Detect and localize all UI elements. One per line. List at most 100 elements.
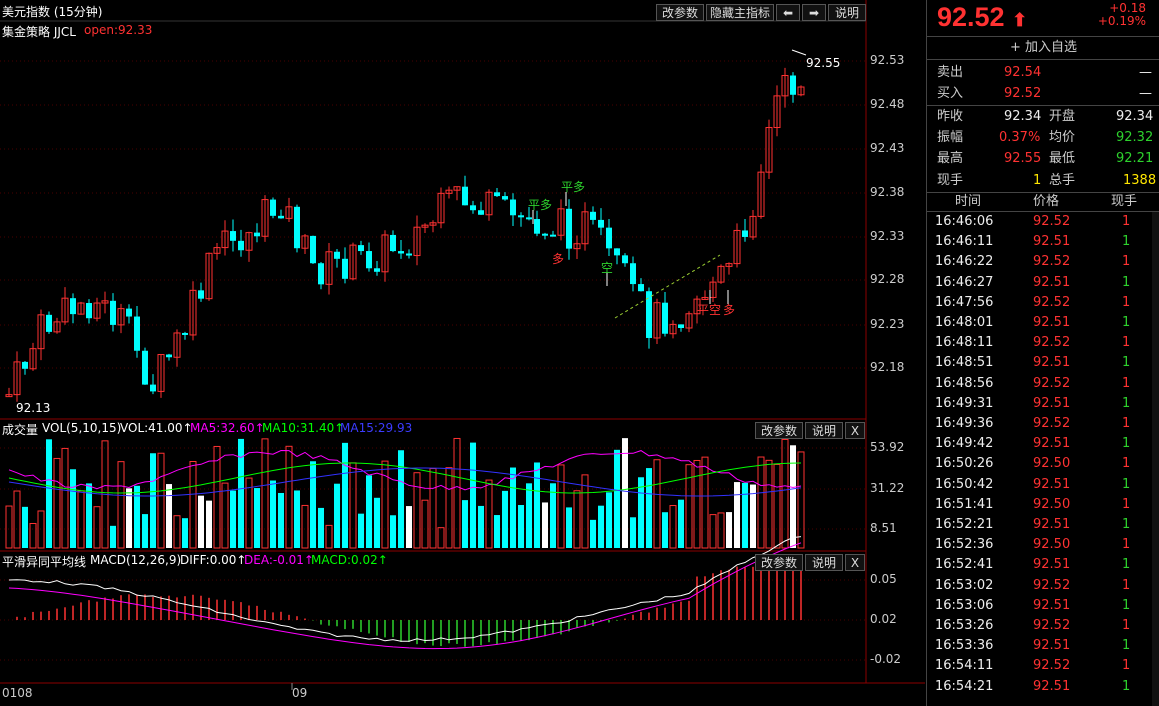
tick-volume: 1 bbox=[1122, 517, 1131, 532]
volume-bar bbox=[22, 506, 28, 548]
candle-body bbox=[86, 303, 92, 319]
volume-bar bbox=[77, 490, 85, 549]
volume-bar bbox=[590, 519, 596, 548]
volume-help-button[interactable]: 说明 bbox=[805, 422, 843, 439]
tick-price: 92.52 bbox=[1033, 294, 1071, 310]
volume-bar bbox=[518, 505, 524, 548]
tick-volume: 1 bbox=[1122, 375, 1131, 391]
volume-bar bbox=[166, 484, 172, 548]
volume-bar bbox=[630, 517, 636, 548]
help-button[interactable]: 说明 bbox=[828, 4, 866, 21]
volume-bar bbox=[61, 447, 69, 549]
low-label: 最低 bbox=[1049, 151, 1076, 166]
volume-bar bbox=[126, 488, 132, 548]
chart-area[interactable]: 美元指数 (15分钟) 集金策略 JJCL open:92.33 改参数 隐藏主… bbox=[0, 0, 925, 706]
right-arrow-icon[interactable]: ➡ bbox=[802, 4, 826, 21]
tick-row: 16:49:36 92.52 1 bbox=[927, 414, 1159, 434]
tick-time: 16:49:36 bbox=[935, 416, 994, 431]
volume-bar bbox=[669, 505, 677, 549]
candle-body bbox=[22, 361, 28, 369]
candle-body bbox=[270, 199, 276, 216]
volume-bar bbox=[693, 459, 701, 549]
tick-row: 16:53:02 92.52 1 bbox=[927, 576, 1159, 596]
ticks-header-time: 时间 bbox=[955, 194, 982, 209]
candle-body bbox=[638, 284, 644, 292]
volume-params: VOL(5,10,15) bbox=[42, 421, 122, 435]
candle-body bbox=[310, 235, 316, 264]
volume-bar bbox=[358, 513, 364, 548]
macd-dea: DEA:-0.01↑ bbox=[244, 553, 314, 567]
price-axis-label: 92.48 bbox=[870, 97, 905, 111]
tick-row: 16:50:42 92.51 1 bbox=[927, 475, 1159, 495]
volume-bar bbox=[534, 462, 540, 548]
tick-time: 16:48:56 bbox=[935, 375, 994, 391]
signal-close-long-2: 平多 bbox=[561, 180, 586, 194]
volume-bar bbox=[557, 464, 565, 549]
volume-bar bbox=[494, 515, 500, 548]
tick-volume: 1 bbox=[1122, 355, 1131, 371]
candle-body bbox=[550, 234, 556, 237]
tick-time: 16:52:21 bbox=[935, 517, 994, 532]
volume-ma15: MA15:29.93 bbox=[340, 421, 413, 435]
candle-body bbox=[166, 354, 172, 358]
tick-row: 16:50:26 92.50 1 bbox=[927, 454, 1159, 474]
candle-body bbox=[294, 206, 300, 249]
volume-bar bbox=[29, 522, 37, 549]
sell-label: 卖出 bbox=[937, 65, 964, 80]
total-vol-label: 总手 bbox=[1049, 173, 1076, 188]
total-vol-value: 1388 bbox=[1123, 173, 1157, 188]
candle-body bbox=[742, 230, 748, 237]
volume-close-icon[interactable]: X bbox=[845, 422, 865, 439]
macd-params-button[interactable]: 改参数 bbox=[755, 554, 803, 571]
volume-bar bbox=[406, 506, 412, 548]
signal-short: 空 bbox=[601, 261, 614, 275]
volume-bar bbox=[398, 450, 404, 548]
volume-bar bbox=[550, 483, 556, 548]
volume-ma10: MA10:31.40↑ bbox=[262, 421, 345, 435]
tick-volume: 1 bbox=[1122, 254, 1131, 270]
volume-bar bbox=[230, 490, 236, 548]
candlestick-chart[interactable] bbox=[0, 0, 925, 706]
signal-long-2: 多 bbox=[723, 303, 736, 317]
tick-volume: 1 bbox=[1122, 234, 1131, 250]
volume-bar bbox=[662, 512, 668, 548]
volume-bar bbox=[213, 445, 221, 549]
tick-volume: 1 bbox=[1122, 476, 1131, 492]
candle-body bbox=[662, 302, 668, 334]
candle-body bbox=[406, 253, 412, 256]
volume-axis-high: 53.92 bbox=[870, 440, 905, 454]
open-price-label: 开盘 bbox=[1049, 109, 1076, 124]
tick-time: 16:53:26 bbox=[935, 618, 994, 633]
volume-bar bbox=[566, 507, 572, 548]
tick-row: 16:53:06 92.51 1 bbox=[927, 596, 1159, 616]
ticks-scrollbar[interactable] bbox=[1152, 212, 1159, 706]
volume-bar bbox=[318, 507, 324, 548]
add-watchlist-button[interactable]: + 加入自选 bbox=[927, 36, 1159, 60]
candle-body bbox=[502, 196, 508, 200]
macd-close-icon[interactable]: X bbox=[845, 554, 865, 571]
tick-row: 16:46:06 92.52 1 bbox=[927, 212, 1159, 232]
volume-bar bbox=[709, 514, 717, 549]
tick-price: 92.50 bbox=[1033, 456, 1071, 472]
candle-body bbox=[622, 255, 628, 264]
volume-bar bbox=[462, 500, 468, 548]
params-button[interactable]: 改参数 bbox=[656, 4, 704, 21]
volume-bar bbox=[117, 461, 125, 549]
tick-price: 92.52 bbox=[1033, 375, 1071, 391]
candle-body bbox=[542, 233, 548, 236]
volume-params-button[interactable]: 改参数 bbox=[755, 422, 803, 439]
tick-time: 16:48:11 bbox=[935, 335, 994, 351]
tick-row: 16:54:21 92.51 1 bbox=[927, 677, 1159, 697]
tick-time: 16:48:01 bbox=[935, 315, 994, 330]
buy-price: 92.52 bbox=[1004, 86, 1042, 101]
tick-volume: 1 bbox=[1122, 456, 1131, 472]
tick-row: 16:48:56 92.52 1 bbox=[927, 374, 1159, 394]
hide-indicator-button[interactable]: 隐藏主指标 bbox=[706, 4, 774, 21]
candle-body bbox=[334, 251, 340, 259]
quote-panel: 92.52 ⬆ +0.18 +0.19% + 加入自选 卖出 92.54 — 买… bbox=[926, 0, 1159, 706]
left-arrow-icon[interactable]: ⬅ bbox=[776, 4, 800, 21]
volume-bar bbox=[622, 438, 628, 548]
last-price: 92.52 ⬆ bbox=[937, 2, 1027, 33]
macd-help-button[interactable]: 说明 bbox=[805, 554, 843, 571]
candle-body bbox=[598, 219, 604, 228]
